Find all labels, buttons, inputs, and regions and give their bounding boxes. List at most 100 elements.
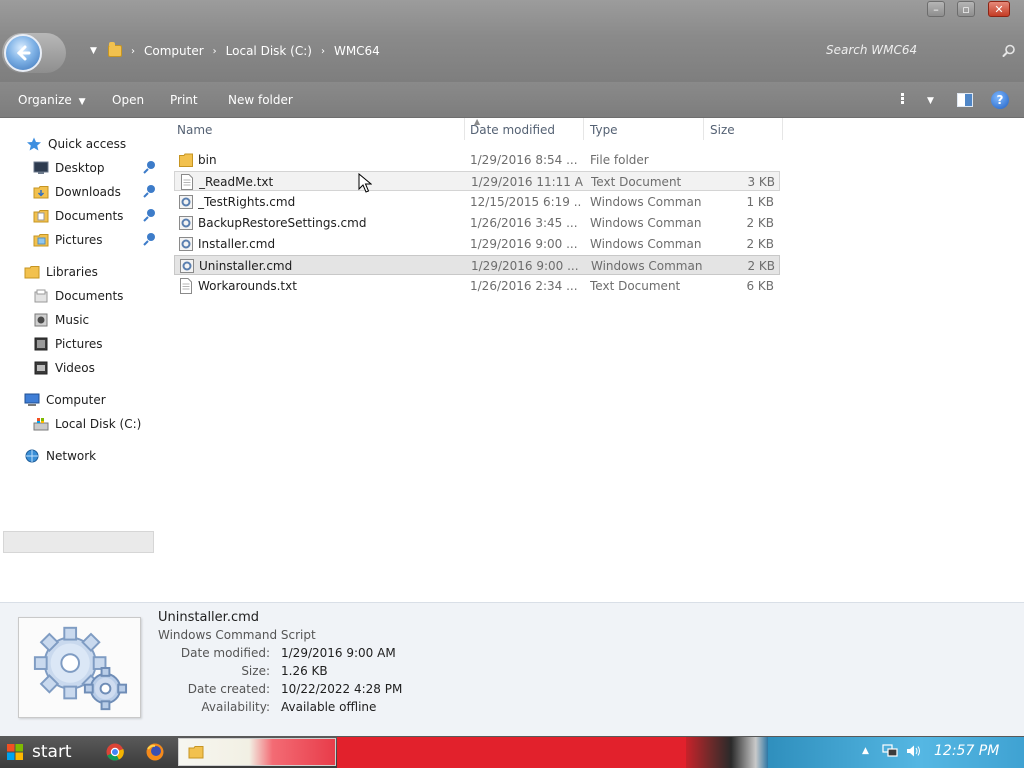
show-hidden-icons-chevron-icon[interactable]: ▲ <box>862 746 869 756</box>
details-availability[interactable]: Available offline <box>281 700 376 714</box>
close-button[interactable]: ✕ <box>988 1 1010 17</box>
print-button[interactable]: Print <box>170 93 198 107</box>
file-thumbnail <box>18 617 141 718</box>
file-name: BackupRestoreSettings.cmd <box>198 216 367 230</box>
column-header-size[interactable]: Size <box>710 123 735 137</box>
file-date: 12/15/2015 6:19 ... <box>470 195 582 209</box>
recent-locations-dropdown[interactable]: ▼ <box>90 46 97 56</box>
file-date: 1/29/2016 8:54 ... <box>470 153 578 167</box>
breadcrumb-wmc64[interactable]: WMC64 <box>334 44 380 58</box>
nav-network[interactable]: Network <box>24 446 96 466</box>
pictures-library-icon <box>34 337 48 351</box>
minimize-button[interactable]: – <box>927 1 945 17</box>
network-tray-icon[interactable] <box>882 744 898 758</box>
nav-label: Videos <box>55 361 95 375</box>
nav-label: Network <box>46 449 97 463</box>
file-row[interactable]: Uninstaller.cmd 1/29/2016 9:00 ... Windo… <box>174 255 780 275</box>
column-divider[interactable] <box>703 118 704 140</box>
file-row[interactable]: Workarounds.txt 1/26/2016 2:34 ... Text … <box>174 276 780 296</box>
nav-label: Desktop <box>55 161 105 175</box>
new-folder-button[interactable]: New folder <box>228 93 293 107</box>
file-name: Installer.cmd <box>198 237 276 251</box>
file-row[interactable]: BackupRestoreSettings.cmd 1/26/2016 3:45… <box>174 213 780 233</box>
details-pane: Uninstaller.cmd Windows Command Script D… <box>0 602 1024 736</box>
file-row[interactable]: _ReadMe.txt 1/29/2016 11:11 A... Text Do… <box>174 171 780 191</box>
column-divider[interactable] <box>583 118 584 140</box>
change-view-icon[interactable] <box>901 93 907 107</box>
nav-quick-access[interactable]: Quick access <box>26 134 126 154</box>
downloads-folder-icon <box>33 186 49 199</box>
search-input[interactable]: Search WMC64 <box>826 43 1016 61</box>
file-row[interactable]: Installer.cmd 1/29/2016 9:00 ... Windows… <box>174 234 780 254</box>
chevron-right-icon[interactable]: › <box>321 46 325 57</box>
open-button[interactable]: Open <box>112 93 144 107</box>
file-type: Text Document <box>590 279 681 293</box>
pictures-folder-icon <box>33 234 49 247</box>
nav-local-disk[interactable]: Local Disk (C:) <box>33 414 141 434</box>
navigation-pane: Quick access Desktop Downloads Documents… <box>0 118 161 602</box>
file-type: File folder <box>590 153 649 167</box>
nav-libraries[interactable]: Libraries <box>24 262 98 282</box>
details-date-modified[interactable]: 1/29/2016 9:00 AM <box>281 646 396 660</box>
pin-icon[interactable] <box>141 208 157 222</box>
column-header-name[interactable]: Name <box>177 123 212 137</box>
maximize-button[interactable]: ▫ <box>957 1 975 17</box>
file-size: 2 KB <box>747 259 775 273</box>
cmd-file-icon <box>180 259 194 273</box>
breadcrumb[interactable]: › Computer › Local Disk (C:) › WMC64 <box>108 42 380 60</box>
folder-icon <box>108 42 122 57</box>
videos-library-icon <box>34 361 48 375</box>
preview-pane-icon[interactable] <box>957 93 973 107</box>
file-type: Windows Comman... <box>590 195 702 209</box>
nav-pictures[interactable]: Pictures <box>33 230 103 250</box>
file-type: Text Document <box>591 175 682 189</box>
details-date-created[interactable]: 10/22/2022 4:28 PM <box>281 682 402 696</box>
nav-documents[interactable]: Documents <box>33 206 123 226</box>
view-options-dropdown[interactable]: ▼ <box>927 96 934 106</box>
star-icon <box>27 137 41 151</box>
start-label: start <box>32 742 72 762</box>
nav-lib-videos[interactable]: Videos <box>33 358 95 378</box>
volume-icon[interactable] <box>906 744 922 758</box>
file-row[interactable]: _TestRights.cmd 12/15/2015 6:19 ... Wind… <box>174 192 780 212</box>
chrome-icon[interactable] <box>106 743 124 761</box>
pin-icon[interactable] <box>141 232 157 246</box>
nav-computer[interactable]: Computer <box>24 390 106 410</box>
file-row[interactable]: bin 1/29/2016 8:54 ... File folder <box>174 150 780 170</box>
column-divider[interactable] <box>782 118 783 140</box>
music-library-icon <box>34 313 48 327</box>
start-button[interactable]: start <box>6 741 72 763</box>
details-file-name: Uninstaller.cmd <box>158 610 260 625</box>
chevron-right-icon[interactable]: › <box>213 46 217 57</box>
pin-icon[interactable] <box>141 184 157 198</box>
search-icon[interactable] <box>1002 44 1016 58</box>
help-icon[interactable]: ? <box>991 91 1009 109</box>
firefox-icon[interactable] <box>146 743 164 761</box>
details-label: Date created: <box>187 682 270 696</box>
organize-button[interactable]: Organize ▼ <box>18 93 86 107</box>
chevron-right-icon[interactable]: › <box>131 46 135 57</box>
nav-desktop[interactable]: Desktop <box>33 158 105 178</box>
nav-lib-pictures[interactable]: Pictures <box>33 334 103 354</box>
organize-label: Organize <box>18 93 72 107</box>
breadcrumb-local-disk[interactable]: Local Disk (C:) <box>226 44 312 58</box>
details-size: 1.26 KB <box>281 664 328 678</box>
nav-label: Documents <box>55 289 124 303</box>
back-button[interactable] <box>4 34 42 72</box>
breadcrumb-computer[interactable]: Computer <box>144 44 204 58</box>
column-header-type[interactable]: Type <box>590 123 618 137</box>
file-list: ▲ Name Date modified Type Size bin 1/29/… <box>161 117 1024 602</box>
column-header-date[interactable]: Date modified <box>470 123 555 137</box>
nav-lib-documents[interactable]: Documents <box>33 286 123 306</box>
nav-downloads[interactable]: Downloads <box>33 182 121 202</box>
computer-icon <box>24 393 40 406</box>
pin-icon[interactable] <box>141 160 157 174</box>
clock[interactable]: 12:57 PM <box>934 743 999 759</box>
nav-label: Quick access <box>48 137 127 151</box>
file-name: bin <box>198 153 217 167</box>
nav-lib-music[interactable]: Music <box>33 310 89 330</box>
taskbar-explorer-window[interactable] <box>178 738 336 766</box>
column-divider[interactable] <box>464 118 465 140</box>
windows-logo-icon <box>7 744 23 760</box>
folder-icon <box>188 746 204 759</box>
